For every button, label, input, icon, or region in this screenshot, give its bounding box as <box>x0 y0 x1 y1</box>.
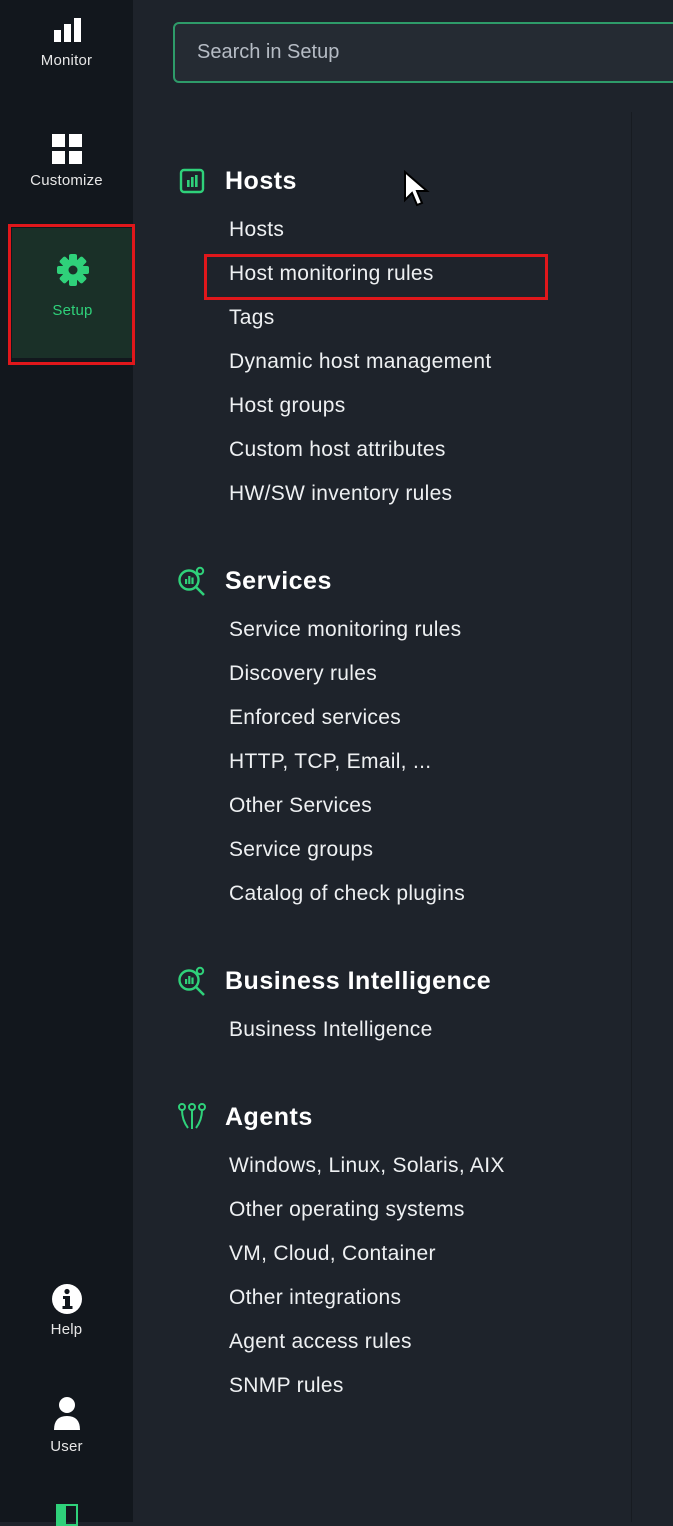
link-other-integrations[interactable]: Other integrations <box>229 1286 401 1310</box>
link-dynamic-host-management[interactable]: Dynamic host management <box>229 350 492 374</box>
rail-item-help[interactable]: Help <box>0 1283 133 1338</box>
customize-icon <box>51 134 82 164</box>
rail-item-monitor[interactable]: Monitor <box>0 16 133 69</box>
rail-label-help: Help <box>50 1321 83 1338</box>
link-windows-linux-solaris-aix[interactable]: Windows, Linux, Solaris, AIX <box>229 1154 505 1178</box>
link-hw-sw-inventory-rules[interactable]: HW/SW inventory rules <box>229 482 452 506</box>
setup-menu: Hosts Hosts Host monitoring rules Tags D… <box>133 112 631 1522</box>
hosts-icon <box>177 166 207 196</box>
section-business-intelligence: Business Intelligence <box>133 964 491 998</box>
link-custom-host-attributes[interactable]: Custom host attributes <box>229 438 446 462</box>
sidebar-toggle-icon <box>55 1504 78 1526</box>
info-icon <box>51 1284 82 1314</box>
services-icon <box>177 566 207 596</box>
link-discovery-rules[interactable]: Discovery rules <box>229 662 377 686</box>
section-title-hosts: Hosts <box>225 166 297 195</box>
link-vm-cloud-container[interactable]: VM, Cloud, Container <box>229 1242 436 1266</box>
link-service-monitoring-rules[interactable]: Service monitoring rules <box>229 618 461 642</box>
link-tags[interactable]: Tags <box>229 306 275 330</box>
search-input[interactable] <box>173 22 673 83</box>
nav-rail: Monitor Customize Setup Help User <box>0 0 135 1526</box>
section-title-services: Services <box>225 566 332 595</box>
link-business-intelligence[interactable]: Business Intelligence <box>229 1018 433 1042</box>
link-host-monitoring-rules[interactable]: Host monitoring rules <box>229 262 434 286</box>
link-http-tcp-email[interactable]: HTTP, TCP, Email, ... <box>229 750 431 774</box>
rail-label-customize: Customize <box>30 172 103 189</box>
rail-item-customize[interactable]: Customize <box>0 132 133 189</box>
agents-icon <box>177 1102 207 1132</box>
link-service-groups[interactable]: Service groups <box>229 838 373 862</box>
monitor-icon <box>53 18 81 42</box>
section-hosts: Hosts <box>133 164 297 198</box>
link-hosts[interactable]: Hosts <box>229 218 284 242</box>
user-icon <box>53 1397 80 1430</box>
right-panel <box>631 112 673 1522</box>
link-snmp-rules[interactable]: SNMP rules <box>229 1374 344 1398</box>
section-title-agents: Agents <box>225 1102 313 1131</box>
mouse-cursor-icon <box>404 170 430 207</box>
link-enforced-services[interactable]: Enforced services <box>229 706 401 730</box>
rail-item-user[interactable]: User <box>0 1396 133 1455</box>
gear-icon <box>56 254 89 286</box>
rail-label-user: User <box>50 1438 83 1455</box>
rail-item-setup[interactable]: Setup <box>12 228 133 358</box>
link-catalog-of-check-plugins[interactable]: Catalog of check plugins <box>229 882 465 906</box>
section-title-business-intelligence: Business Intelligence <box>225 966 492 995</box>
rail-label-monitor: Monitor <box>40 52 93 69</box>
section-agents: Agents <box>133 1100 313 1134</box>
rail-label-setup: Setup <box>52 302 93 319</box>
link-agent-access-rules[interactable]: Agent access rules <box>229 1330 412 1354</box>
link-other-services[interactable]: Other Services <box>229 794 372 818</box>
sidebar-toggle[interactable] <box>0 1504 133 1526</box>
link-host-groups[interactable]: Host groups <box>229 394 346 418</box>
section-services: Services <box>133 564 332 598</box>
bi-icon <box>177 966 207 996</box>
link-other-operating-systems[interactable]: Other operating systems <box>229 1198 465 1222</box>
